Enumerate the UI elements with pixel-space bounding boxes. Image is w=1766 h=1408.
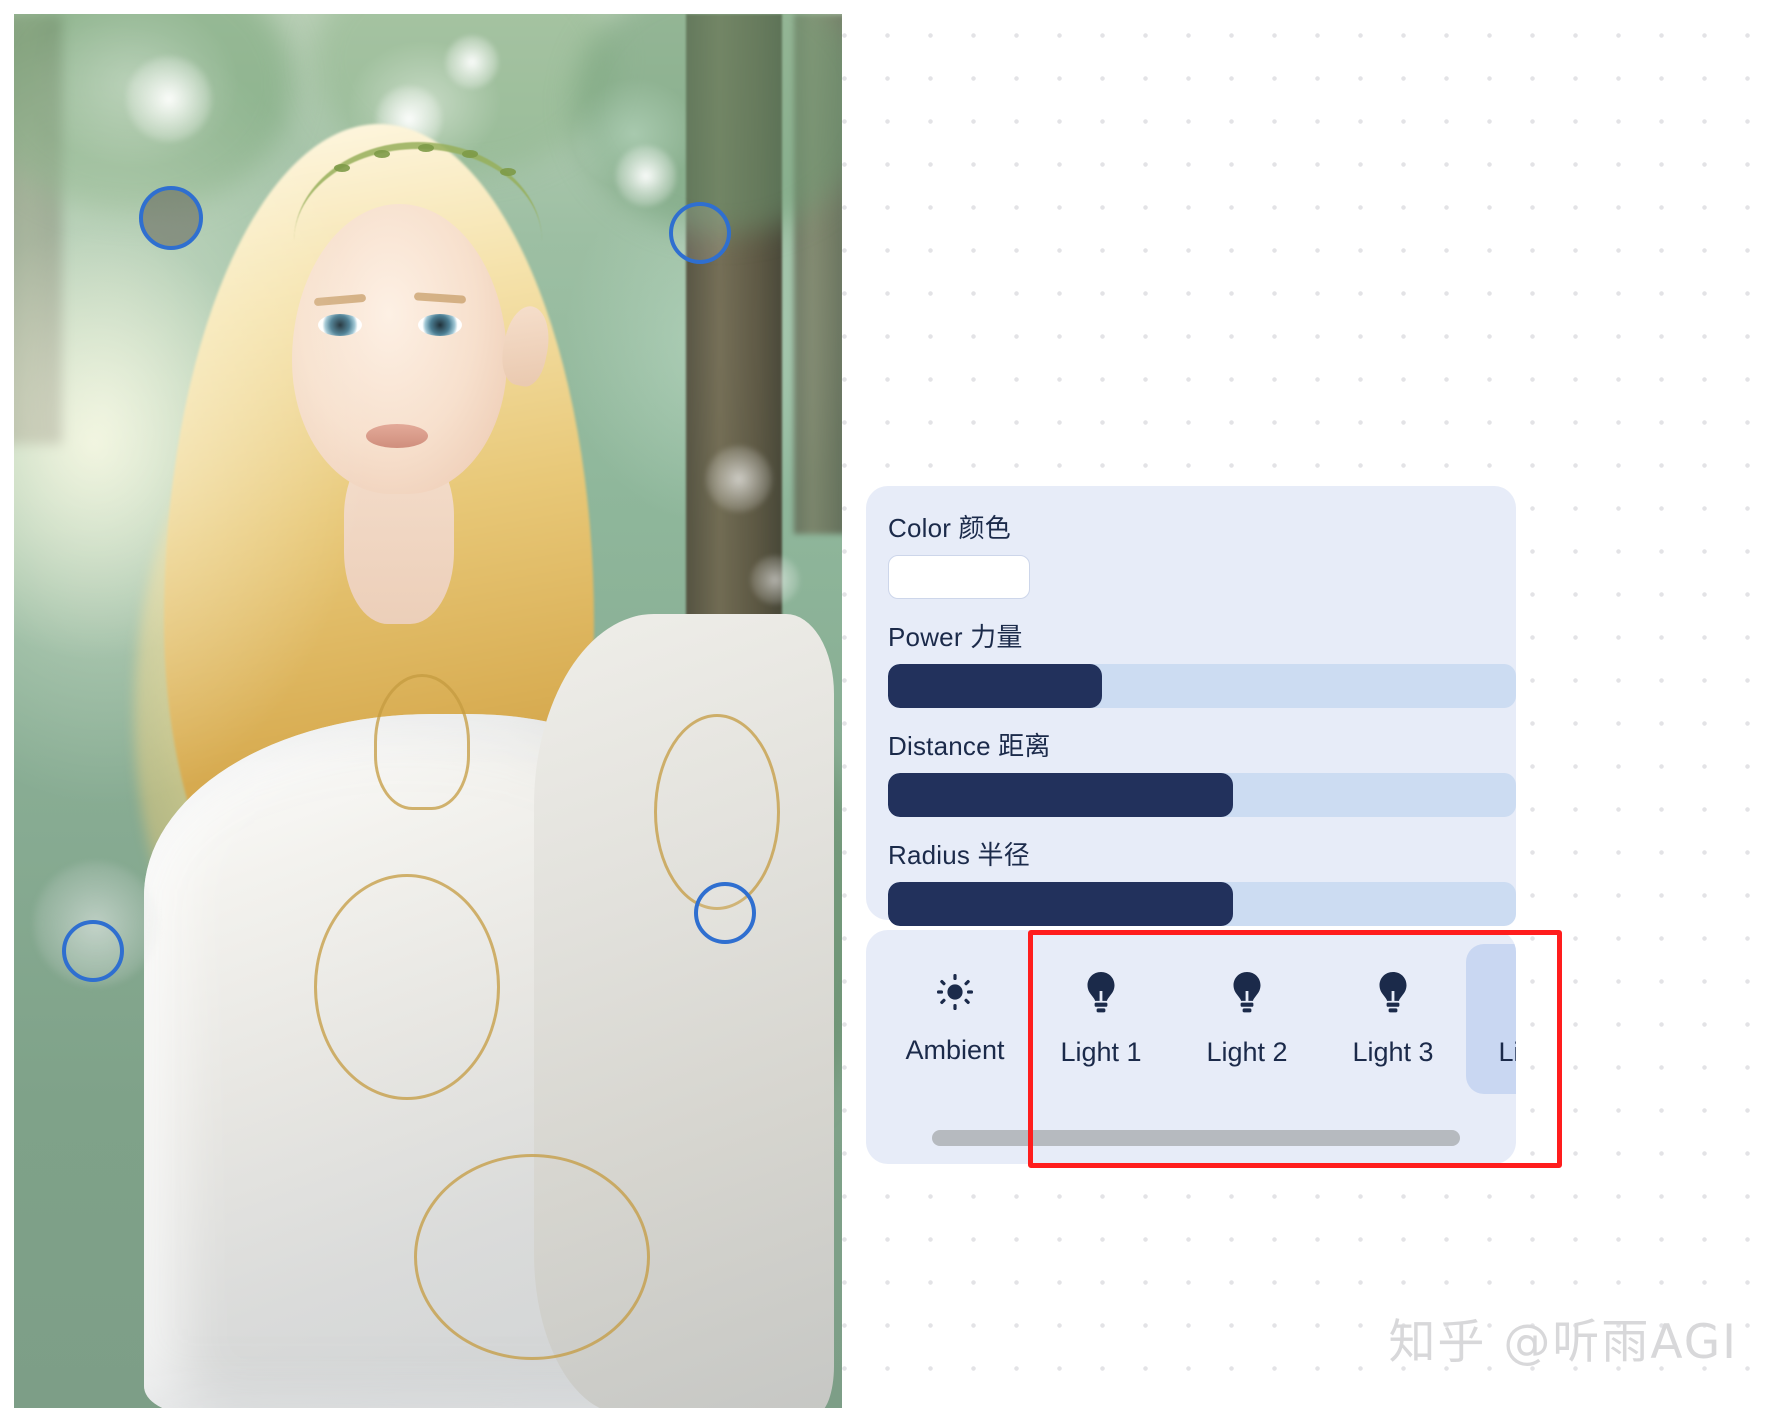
radius-property-group: Radius 半径: [888, 835, 1516, 926]
light-selector-label: Light 4: [1498, 1037, 1516, 1067]
light-selector-label: Light 3: [1352, 1037, 1434, 1067]
color-swatch[interactable]: [888, 555, 1030, 599]
light-handle-2[interactable]: [669, 202, 731, 264]
light-selector-item-t[interactable]: t: [866, 944, 882, 1094]
distance-slider-fill: [888, 773, 1234, 817]
light-selector-label: Light 2: [1206, 1037, 1288, 1067]
light-selector-item-light-1[interactable]: Light 1: [1028, 944, 1174, 1094]
light-selector-item-light-2[interactable]: Light 2: [1174, 944, 1320, 1094]
light-selector-label: Light 1: [1060, 1037, 1142, 1067]
radius-slider[interactable]: [888, 882, 1516, 926]
light-handle-3[interactable]: [694, 882, 756, 944]
light-properties-panel: Color 颜色 Power 力量 Distance 距离 Radius 半径: [866, 486, 1516, 926]
color-property-group: Color 颜色: [888, 508, 1516, 599]
radius-label: Radius 半径: [888, 840, 1030, 870]
scrollbar-thumb[interactable]: [932, 1130, 1460, 1146]
distance-property-group: Distance 距离: [888, 726, 1516, 817]
app-root: Color 颜色 Power 力量 Distance 距离 Radius 半径 …: [0, 0, 1766, 1408]
color-label: Color 颜色: [888, 513, 1011, 543]
light-selector-item-ambient[interactable]: Ambient: [882, 944, 1028, 1094]
image-canvas[interactable]: [14, 14, 842, 1408]
light-selector-item-light-4[interactable]: Light 4: [1466, 944, 1516, 1094]
power-label: Power 力量: [888, 622, 1023, 652]
power-slider[interactable]: [888, 664, 1516, 708]
sun-icon: [935, 972, 975, 1017]
bulb-icon: [1374, 970, 1412, 1019]
watermark: 知乎 @听雨AGI: [1388, 1315, 1738, 1370]
light-selector-scrollbar[interactable]: [932, 1130, 1500, 1146]
light-selector-label: Ambient: [905, 1035, 1005, 1065]
light-selector-item-light-3[interactable]: Light 3: [1320, 944, 1466, 1094]
bulb-icon: [1082, 970, 1120, 1019]
distance-slider[interactable]: [888, 773, 1516, 817]
light-selector-items: t Ambient Light 1 Light 2 Light 3 Light 4: [866, 944, 1516, 1094]
bulb-icon: [1228, 970, 1266, 1019]
light-handle-4[interactable]: [62, 920, 124, 982]
power-property-group: Power 力量: [888, 617, 1516, 708]
light-handle-1[interactable]: [139, 186, 203, 250]
distance-label: Distance 距离: [888, 731, 1051, 761]
radius-slider-fill: [888, 882, 1234, 926]
light-selector-bar[interactable]: t Ambient Light 1 Light 2 Light 3 Light 4: [866, 930, 1516, 1164]
power-slider-fill: [888, 664, 1102, 708]
